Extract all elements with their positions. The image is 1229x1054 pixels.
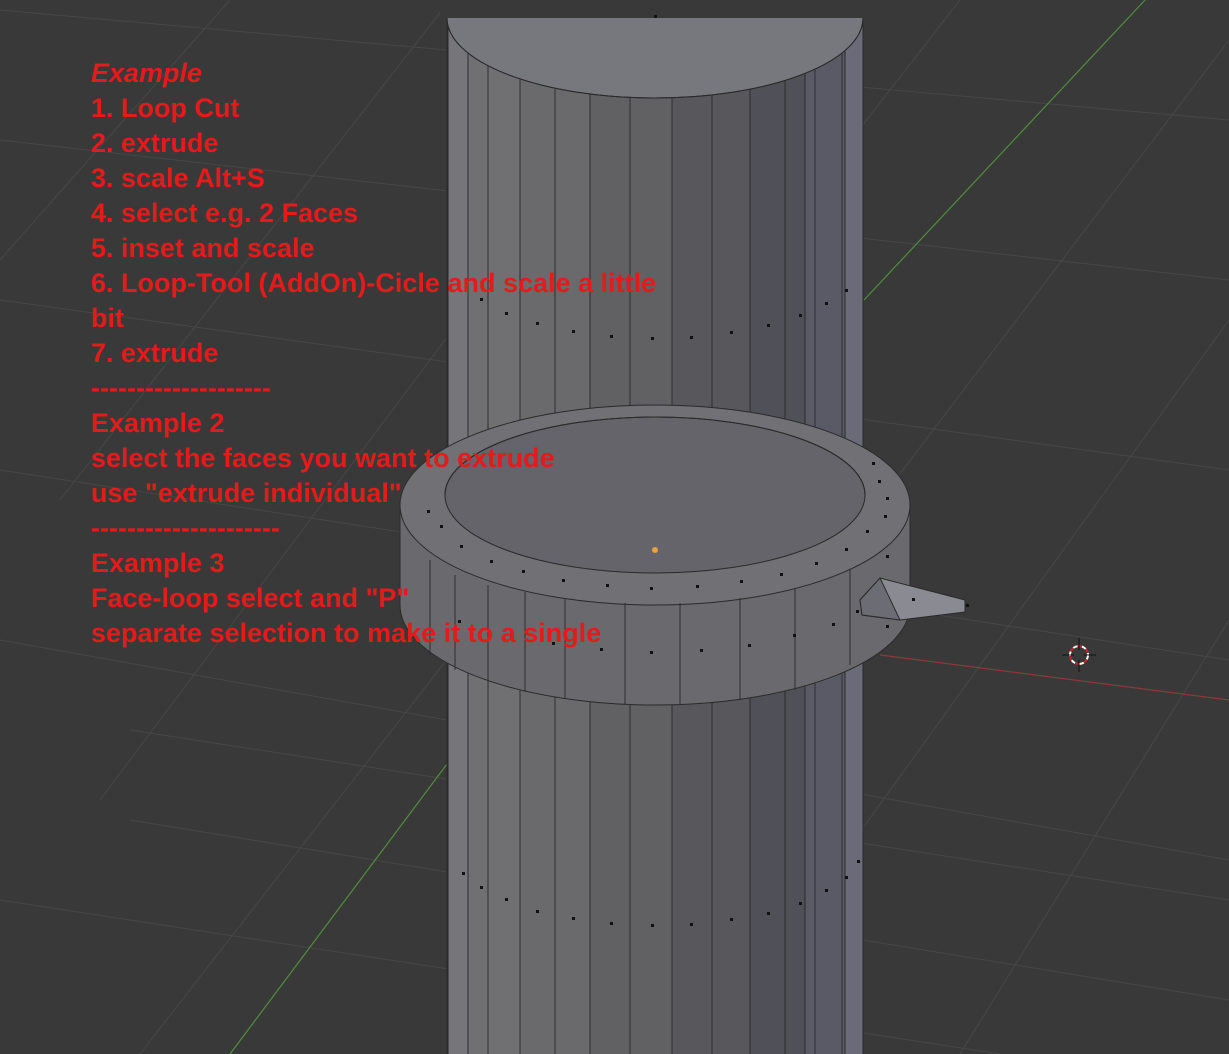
3d-cursor-icon[interactable] [1062,638,1096,672]
3d-viewport[interactable] [0,0,1229,1054]
object-origin-icon [652,547,658,553]
ring-collar-mesh[interactable] [399,404,911,706]
